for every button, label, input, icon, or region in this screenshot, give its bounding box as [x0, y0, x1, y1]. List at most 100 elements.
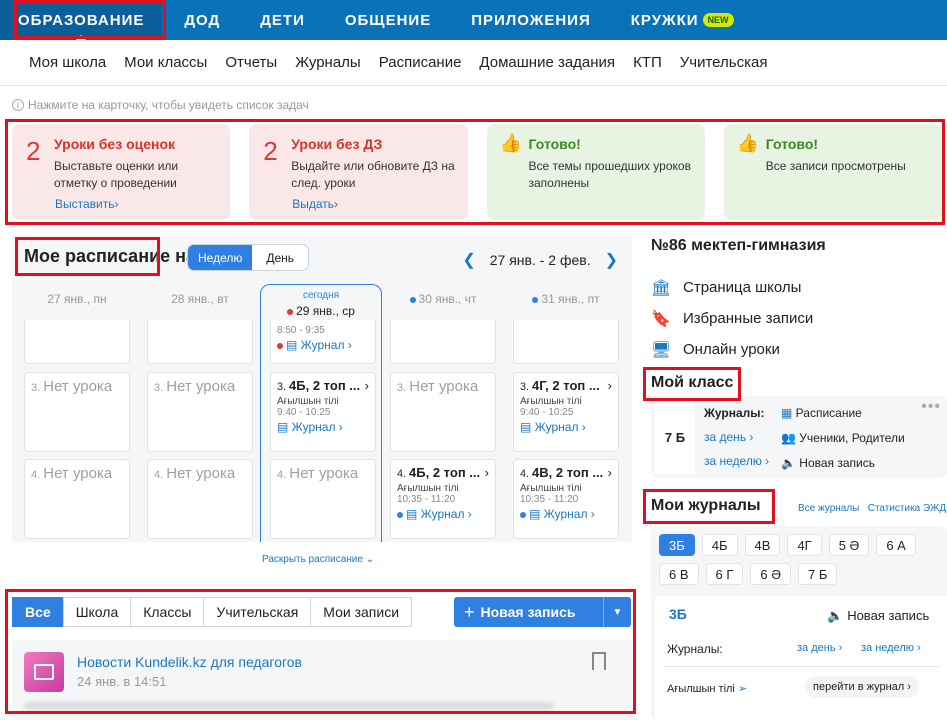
subnav-reports[interactable]: Отчеты: [225, 54, 277, 71]
week-toggle-button[interactable]: Неделю: [188, 245, 253, 270]
new-record-button[interactable]: + Новая запись ▼: [454, 597, 631, 627]
send-icon: ➢: [737, 683, 748, 695]
class-chip[interactable]: 6 Г: [705, 563, 744, 585]
lesson-card[interactable]: [390, 320, 496, 364]
day-header: 31 янв., пт: [513, 284, 619, 318]
lesson-card[interactable]: 4. Нет урока: [147, 459, 253, 539]
tab-all[interactable]: Все: [12, 597, 64, 627]
link-label: Страница школы: [683, 279, 802, 296]
expand-schedule-link[interactable]: Раскрыть расписание ⌄: [262, 554, 374, 565]
lesson-card[interactable]: 4. 4Б, 2 топ ... › Ағылшын тілі 10:35 - 1…: [390, 459, 496, 539]
more-icon[interactable]: •••: [921, 398, 941, 416]
red-dot-icon: [277, 343, 283, 349]
subnav-teachers-room[interactable]: Учительская: [680, 54, 768, 71]
chevron-right-icon: ›: [484, 465, 489, 480]
class-chip[interactable]: 4Б: [701, 534, 738, 556]
per-day-link[interactable]: за день ›: [797, 642, 842, 654]
post-date: 24 янв. в 14:51: [77, 674, 167, 689]
topnav-dod[interactable]: ДОД: [166, 0, 238, 40]
subnav-schedule[interactable]: Расписание: [379, 54, 462, 71]
new-record-link[interactable]: 🔈 Новая запись: [781, 456, 875, 470]
topnav-clubs[interactable]: КРУЖКИ NEW: [613, 0, 752, 40]
card-link[interactable]: Выставить›: [55, 197, 119, 211]
subnav-my-school[interactable]: Моя школа: [29, 54, 106, 71]
journal-link[interactable]: ▤ Журнал ›: [520, 507, 612, 521]
blue-dot-icon: [520, 512, 526, 518]
lesson-card[interactable]: [24, 320, 130, 364]
class-name[interactable]: 7 Б: [655, 400, 695, 474]
my-class-title: Мой класс: [651, 374, 734, 391]
topnav-education[interactable]: ОБРАЗОВАНИЕ: [0, 0, 163, 40]
per-week-link[interactable]: за неделю ›: [704, 454, 769, 468]
feed-post[interactable]: Новости Kundelik.kz для педагогов 24 янв…: [12, 640, 632, 720]
all-journals-link[interactable]: Все журналы: [798, 503, 859, 514]
tab-my-records[interactable]: Мои записи: [310, 597, 413, 627]
topnav-communication[interactable]: ОБЩЕНИЕ: [327, 0, 449, 40]
day-column-fri: 31 янв., пт: [513, 284, 619, 318]
lesson-card[interactable]: 4. 4В, 2 топ ... › Ағылшын тілі 10:35 - 1…: [513, 459, 619, 539]
card-link[interactable]: Выдать›: [292, 197, 338, 211]
class-chips: 3Б 4Б 4В 4Г 5 Ә 6 А 6 В 6 Г 6 Ә 7 Б: [659, 534, 939, 585]
class-chip[interactable]: 5 Ә: [828, 534, 870, 556]
subnav-homework[interactable]: Домашние задания: [479, 54, 615, 71]
per-week-link[interactable]: за неделю ›: [861, 642, 921, 654]
journal-links: Все журналы Статистика ЭЖД: [798, 503, 946, 514]
lesson-card[interactable]: 8:50 - 9:35 ▤ Журнал ›: [270, 320, 376, 364]
lesson-card[interactable]: 3. 4Г, 2 топ ... › Ағылшын тілі 9:40 - 10…: [513, 372, 619, 452]
class-chip[interactable]: 6 Ә: [750, 563, 792, 585]
card-no-grades[interactable]: 2 Уроки без оценок Выставьте оценки или …: [12, 124, 231, 220]
subnav-journals[interactable]: Журналы: [295, 54, 361, 71]
school-page-link[interactable]: 🏛 Страница школы: [651, 272, 813, 303]
class-chip[interactable]: 7 Б: [798, 563, 838, 585]
favorites-link[interactable]: 🔖 Избранные записи: [651, 303, 813, 334]
class-chip[interactable]: 4В: [744, 534, 781, 556]
subnav-ktp[interactable]: КТП: [633, 54, 662, 71]
students-link[interactable]: 👥 Ученики, Родители: [781, 431, 905, 445]
go-to-journal-button[interactable]: перейти в журнал ›: [805, 676, 919, 698]
lesson-card[interactable]: 3. Нет урока: [147, 372, 253, 452]
lesson-title: 4Б, 2 топ ...: [409, 465, 481, 480]
lesson-card[interactable]: 3. Нет урока: [24, 372, 130, 452]
stats-link[interactable]: Статистика ЭЖД: [868, 503, 946, 514]
lesson-card[interactable]: [147, 320, 253, 364]
journal-link[interactable]: ▤ Журнал ›: [397, 507, 489, 521]
chevron-right-icon[interactable]: ❯: [605, 250, 618, 270]
card-no-homework[interactable]: 2 Уроки без ДЗ Выдайте или обновите ДЗ н…: [249, 124, 468, 220]
topnav-apps[interactable]: ПРИЛОЖЕНИЯ: [453, 0, 609, 40]
class-chip[interactable]: 4Г: [787, 534, 822, 556]
class-chip[interactable]: 6 А: [876, 534, 916, 556]
card-count: 2: [26, 136, 41, 166]
schedule-link[interactable]: ▦ Расписание: [781, 406, 862, 420]
lesson-card[interactable]: [513, 320, 619, 364]
journal-link[interactable]: ▤ Журнал ›: [277, 338, 369, 352]
online-lessons-link[interactable]: 🖥 Онлайн уроки: [651, 334, 813, 365]
tab-teachers-room[interactable]: Учительская: [203, 597, 312, 627]
journal-link[interactable]: ▤ Журнал ›: [520, 420, 612, 434]
card-topics-done[interactable]: 👍 Готово! Все темы прошедших уроков запо…: [486, 124, 705, 220]
lesson-card[interactable]: 4. Нет урока: [24, 459, 130, 539]
journal-link[interactable]: ▤ Журнал ›: [277, 420, 369, 434]
lesson-card[interactable]: 4. Нет урока: [270, 459, 376, 539]
per-day-link[interactable]: за день ›: [704, 430, 753, 444]
class-chip[interactable]: 6 В: [659, 563, 699, 585]
lesson-card[interactable]: 3. Нет урока: [390, 372, 496, 452]
link-label: за день: [704, 430, 747, 444]
bookmark-icon[interactable]: [592, 652, 606, 670]
tab-classes[interactable]: Классы: [130, 597, 205, 627]
topnav-children[interactable]: ДЕТИ: [242, 0, 323, 40]
subnav-my-classes[interactable]: Мои классы: [124, 54, 207, 71]
chevron-left-icon[interactable]: ❮: [462, 250, 475, 270]
new-record-link[interactable]: 🔈 Новая запись: [827, 608, 929, 624]
lesson-card[interactable]: 3. 4Б, 2 топ ... › Ағылшын тілі 9:40 - 10…: [270, 372, 376, 452]
tab-school[interactable]: Школа: [62, 597, 132, 627]
card-link-label: Выставить: [55, 197, 115, 211]
day-toggle-button[interactable]: День: [252, 245, 308, 270]
class-chip[interactable]: 3Б: [659, 534, 695, 556]
dropdown-arrow-icon[interactable]: ▼: [603, 597, 631, 627]
lesson-subject: Ағылшын тілі: [520, 483, 582, 494]
today-date: 29 янв., ср: [260, 304, 382, 318]
card-records-done[interactable]: 👍 Готово! Все записи просмотрены: [723, 124, 942, 220]
journal-label: Журнал: [300, 338, 345, 352]
post-title[interactable]: Новости Kundelik.kz для педагогов: [77, 654, 302, 670]
schedule-title: Мое расписание на: [24, 246, 197, 266]
